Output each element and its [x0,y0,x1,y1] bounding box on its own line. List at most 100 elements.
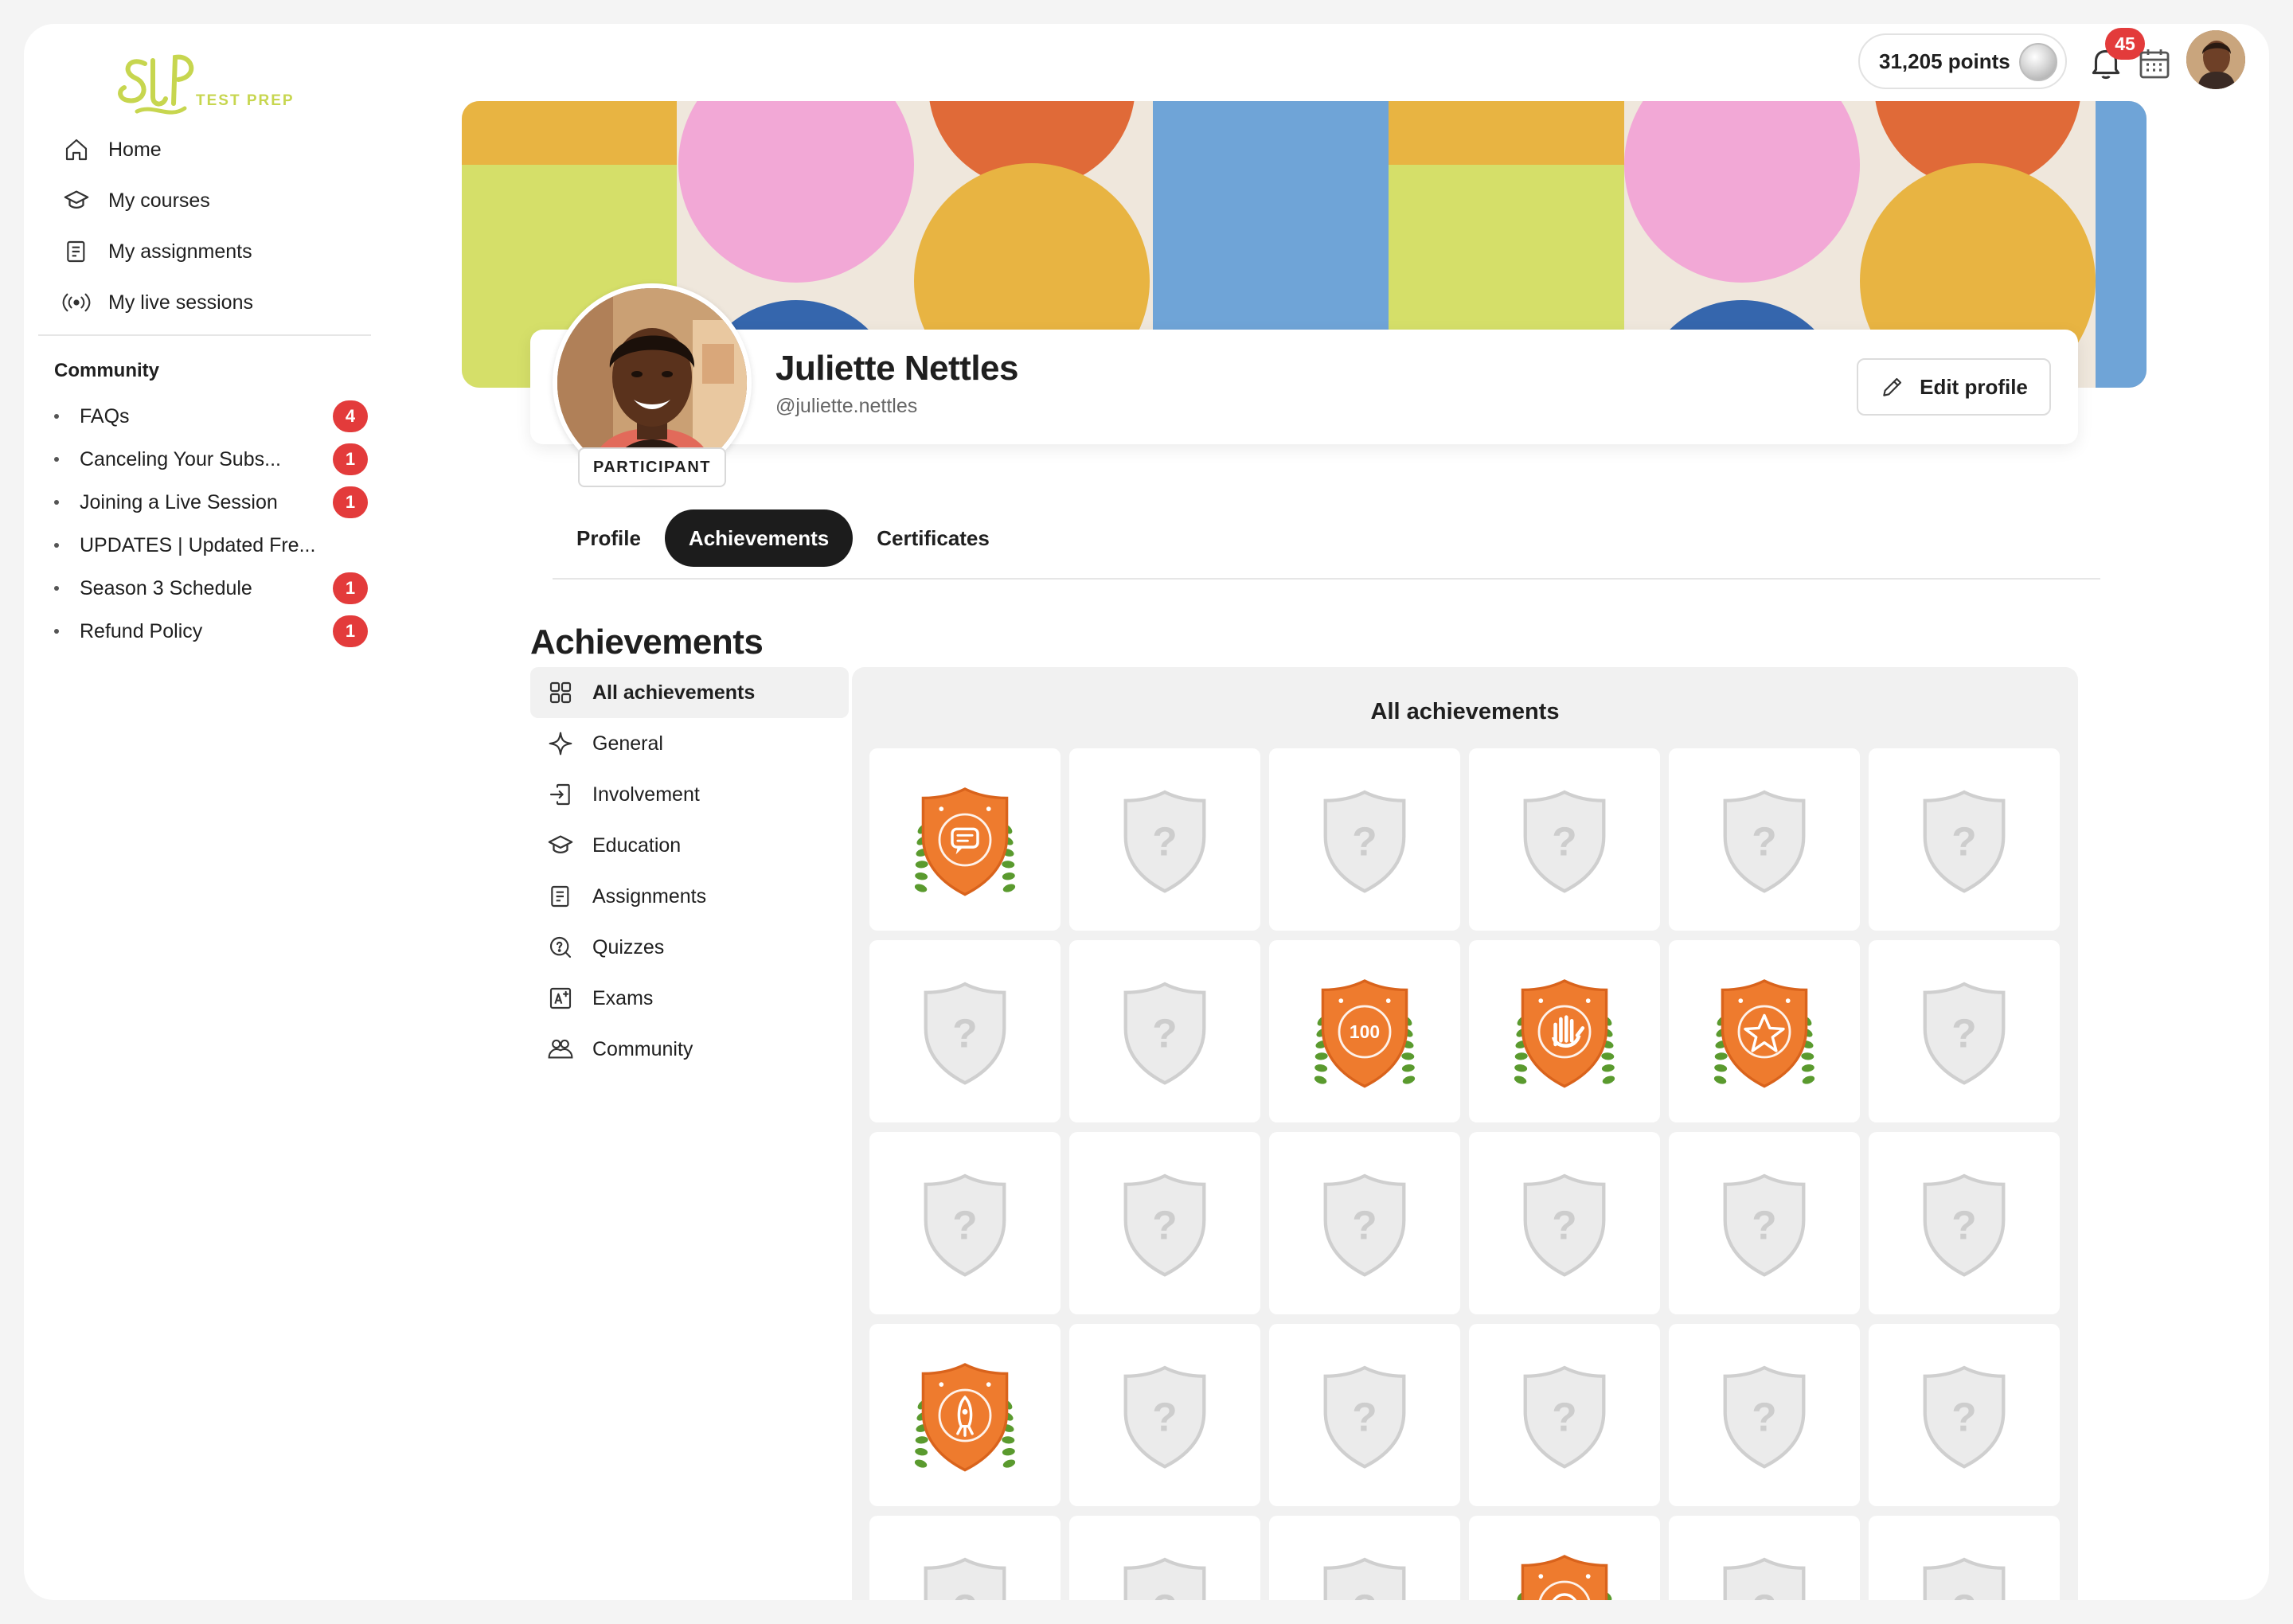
community-item-canceling[interactable]: Canceling Your Subs... 1 [54,438,368,481]
category-label: Education [592,833,682,857]
achievement-cell-locked[interactable]: ? [1269,1132,1460,1314]
community-item-updates[interactable]: UPDATES | Updated Fre... [54,524,368,567]
svg-text:?: ? [1152,1393,1177,1439]
achievement-cell-locked[interactable]: ? [1869,1516,2060,1600]
community-item-joining-live[interactable]: Joining a Live Session 1 [54,481,368,524]
points-label: 31,205 points [1879,49,2010,73]
unread-badge: 4 [333,400,368,432]
locked-badge-icon: ? [924,982,1006,1085]
achievement-cell-locked[interactable]: ? [1869,1132,2060,1314]
locked-badge-icon: ? [1923,982,2006,1085]
locked-badge-icon: ? [1123,790,1206,893]
pencil-icon [1883,377,1902,396]
achievement-cell-locked[interactable]: ? [869,1516,1061,1600]
achievement-cell-locked[interactable]: ? [1669,1132,1860,1314]
community-item-label: UPDATES | Updated Fre... [80,533,316,556]
nav-label: Home [108,138,162,161]
tab-certificates[interactable]: Certificates [853,509,1014,567]
nav-item-home[interactable]: Home [53,124,371,175]
locked-badge-icon: ? [1723,790,1806,893]
achievement-cell-locked[interactable]: ? [1069,1324,1260,1506]
tab-achievements[interactable]: Achievements [664,509,854,567]
achievement-cell-star[interactable] [1669,940,1860,1122]
category-label: General [592,732,663,755]
category-quizzes[interactable]: Quizzes [530,922,849,973]
achievement-cell-hundred[interactable]: 100 [1269,940,1460,1122]
achievement-cell-locked[interactable]: ? [1869,748,2060,931]
achievement-cell-rocket[interactable] [869,1324,1061,1506]
community-item-faqs[interactable]: FAQs 4 [54,395,368,438]
svg-text:?: ? [1152,818,1177,864]
locked-badge-icon: ? [1123,1557,1206,1600]
quiz-icon [546,933,575,962]
achievement-cell-locked[interactable]: ? [1669,1324,1860,1506]
svg-text:?: ? [1352,1393,1377,1439]
achievement-cell-locked[interactable]: ? [1269,1516,1460,1600]
unread-badge: 1 [333,443,368,475]
exam-icon [546,984,575,1013]
category-assignments[interactable]: Assignments [530,871,849,922]
locked-badge-icon: ? [1123,1173,1206,1277]
achievement-cell-locked[interactable]: ? [1269,1324,1460,1506]
category-all-achievements[interactable]: All achievements [530,667,849,718]
locked-badge-icon: ? [1323,790,1406,893]
locked-badge-icon: ? [1923,1365,2006,1469]
achievement-cell-locked[interactable]: ? [1869,940,2060,1122]
svg-text:?: ? [1352,1201,1377,1247]
locked-badge-icon: ? [1723,1557,1806,1600]
bullet-icon [54,543,59,548]
nav-label: My assignments [108,240,252,263]
svg-text:?: ? [1951,1201,1976,1247]
tab-profile[interactable]: Profile [553,509,665,567]
community-list: FAQs 4 Canceling Your Subs... 1 Joining … [54,395,368,653]
profile-handle: @juliette.nettles [775,395,918,417]
bullet-icon [54,500,59,505]
calendar-button[interactable] [2135,45,2174,83]
achievement-cell-target[interactable] [1469,1516,1660,1600]
achievement-cell-locked[interactable]: ? [1469,748,1660,931]
achievement-cell-locked[interactable]: ? [1469,1324,1660,1506]
svg-text:?: ? [1352,818,1377,864]
community-item-season-3[interactable]: Season 3 Schedule 1 [54,567,368,610]
achievement-cell-locked[interactable]: ? [1269,748,1460,931]
achievement-cell-locked[interactable]: ? [1069,940,1260,1122]
achievements-grid-title: All achievements [1370,699,1560,724]
achievement-cell-locked[interactable]: ? [1069,1516,1260,1600]
category-involvement[interactable]: Involvement [530,769,849,820]
points-button[interactable]: 31,205 points [1858,33,2067,89]
achievement-cell-hand[interactable] [1469,940,1660,1122]
achievement-cell-locked[interactable]: ? [1869,1324,2060,1506]
user-avatar[interactable] [2186,30,2245,89]
target-badge-icon [1517,1554,1612,1600]
achievement-cell-locked[interactable]: ? [1069,1132,1260,1314]
profile-tabs: Profile Achievements Certificates [553,509,1014,567]
svg-text:?: ? [1152,1201,1177,1247]
avatar-photo-icon [2186,30,2245,89]
category-education[interactable]: Education [530,820,849,871]
achievement-cell-chat[interactable] [869,748,1061,931]
edit-profile-button[interactable]: Edit profile [1857,358,2051,416]
achievement-cell-locked[interactable]: ? [869,1132,1061,1314]
category-exams[interactable]: Exams [530,973,849,1024]
achievement-cell-locked[interactable]: ? [1069,748,1260,931]
brand-logo[interactable]: TEST PREP [113,24,295,119]
svg-text:100: 100 [1350,1021,1380,1042]
achievement-cell-locked[interactable]: ? [869,940,1061,1122]
community-item-label: Canceling Your Subs... [80,447,281,470]
locked-badge-icon: ? [1323,1557,1406,1600]
locked-badge-icon: ? [1523,1365,1606,1469]
category-general[interactable]: General [530,718,849,769]
achievement-cell-locked[interactable]: ? [1669,748,1860,931]
svg-text:?: ? [1752,1585,1776,1600]
achievement-cell-locked[interactable]: ? [1669,1516,1860,1600]
category-community[interactable]: Community [530,1024,849,1075]
assignment-icon [62,237,91,266]
community-item-refund[interactable]: Refund Policy 1 [54,610,368,653]
locked-badge-icon: ? [1923,1173,2006,1277]
locked-badge-icon: ? [1523,790,1606,893]
achievement-cell-locked[interactable]: ? [1469,1132,1660,1314]
sidebar-divider [38,334,371,336]
nav-item-my-live-sessions[interactable]: My live sessions [53,277,371,328]
nav-item-my-assignments[interactable]: My assignments [53,226,371,277]
nav-item-my-courses[interactable]: My courses [53,175,371,226]
